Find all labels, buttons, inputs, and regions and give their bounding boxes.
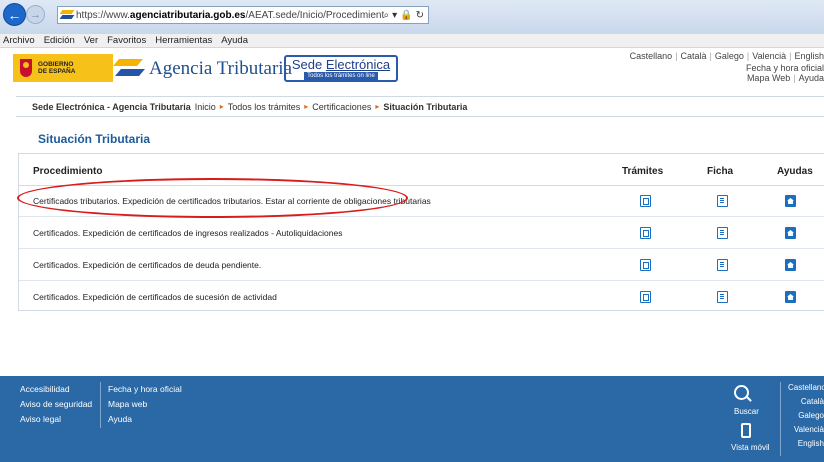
mobile-phone-icon[interactable] bbox=[741, 423, 751, 438]
url-path: /AEAT.sede/Inicio/Procedimientos_y_Servi… bbox=[245, 9, 384, 21]
breadcrumb-separator-icon: ▸ bbox=[375, 102, 380, 111]
procedure-link[interactable]: Certificados. Expedición de certificados… bbox=[33, 260, 261, 270]
table-row: Certificados tributarios. Expedición de … bbox=[19, 185, 824, 217]
aviso-legal-link[interactable]: Aviso legal bbox=[20, 412, 92, 427]
gobierno-logo[interactable]: GOBIERNO DE ESPAÑA bbox=[13, 54, 113, 82]
ficha-document-icon[interactable] bbox=[717, 291, 728, 303]
ficha-document-icon[interactable] bbox=[717, 227, 728, 239]
language-selector: Castellano | Català | Galego | Valencià | En… bbox=[629, 51, 824, 61]
ayuda-link[interactable]: Ayuda bbox=[799, 73, 824, 83]
breadcrumb-separator-icon: ▸ bbox=[219, 102, 224, 111]
accesibilidad-link[interactable]: Accesibilidad bbox=[20, 382, 92, 397]
sede-subtitle: Todos los trámites on line bbox=[304, 71, 378, 80]
footer-lang-valencia[interactable]: Valencià bbox=[788, 423, 824, 437]
agency-name[interactable]: Agencia Tributaria bbox=[149, 58, 292, 80]
menu-archivo[interactable]: Archivo bbox=[3, 35, 35, 46]
menu-herramientas[interactable]: Herramientas bbox=[155, 35, 212, 46]
breadcrumb-inicio[interactable]: Inicio bbox=[195, 102, 216, 112]
tramites-icon[interactable] bbox=[640, 259, 651, 271]
footer-links-1: Accesibilidad Aviso de seguridad Aviso l… bbox=[20, 382, 92, 427]
table-header: Procedimiento Trámites Ficha Ayudas bbox=[19, 154, 824, 186]
page-title: Situación Tributaria bbox=[38, 132, 151, 146]
lang-valencia[interactable]: Valencià bbox=[752, 51, 786, 61]
buscar-label[interactable]: Buscar bbox=[734, 407, 759, 416]
tramites-icon[interactable] bbox=[640, 227, 651, 239]
procedure-link[interactable]: Certificados. Expedición de certificados… bbox=[33, 292, 277, 302]
menu-favoritos[interactable]: Favoritos bbox=[107, 35, 146, 46]
forward-button[interactable]: → bbox=[26, 5, 45, 24]
lang-english[interactable]: English bbox=[794, 51, 824, 61]
col-tramites: Trámites bbox=[622, 166, 664, 177]
menu-ayuda[interactable]: Ayuda bbox=[221, 35, 248, 46]
browser-toolbar: ← → https://www.agenciatributaria.gob.es… bbox=[0, 0, 824, 35]
gov-text: GOBIERNO DE ESPAÑA bbox=[38, 61, 76, 75]
mapa-web-link[interactable]: Mapa Web bbox=[747, 73, 790, 83]
coat-of-arms-icon bbox=[20, 59, 32, 77]
breadcrumb-sede[interactable]: Sede Electrónica - Agencia Tributaria bbox=[32, 102, 191, 112]
procedures-table: Procedimiento Trámites Ficha Ayudas Cert… bbox=[18, 153, 824, 311]
col-ayudas: Ayudas bbox=[777, 166, 813, 177]
procedure-link[interactable]: Certificados tributarios. Expedición de … bbox=[33, 196, 431, 206]
col-ficha: Ficha bbox=[707, 166, 734, 177]
lang-castellano[interactable]: Castellano bbox=[630, 51, 673, 61]
footer-lang-english[interactable]: English bbox=[788, 437, 824, 451]
address-icons: ⌕ ▾ 🔒 ↻ bbox=[384, 10, 428, 21]
sede-title-underlined: Electrónica bbox=[325, 56, 391, 72]
lock-icon: 🔒 bbox=[400, 9, 413, 21]
lang-catala[interactable]: Català bbox=[681, 51, 707, 61]
table-row: Certificados. Expedición de certificados… bbox=[19, 281, 824, 312]
table-row: Certificados. Expedición de certificados… bbox=[19, 217, 824, 249]
vista-movil-label[interactable]: Vista móvil bbox=[731, 443, 770, 452]
sede-title-plain: Sede bbox=[291, 56, 326, 72]
footer-divider bbox=[100, 382, 101, 428]
back-button[interactable]: ← bbox=[3, 3, 26, 26]
page: GOBIERNO DE ESPAÑA Agencia Tributaria Se… bbox=[0, 48, 824, 462]
sede-electronica-logo[interactable]: Sede Electrónica Todos los trámites on l… bbox=[284, 55, 398, 82]
url-text[interactable]: https://www.agenciatributaria.gob.es/AEA… bbox=[76, 10, 384, 21]
address-bar[interactable]: https://www.agenciatributaria.gob.es/AEA… bbox=[57, 6, 429, 24]
tramites-icon[interactable] bbox=[640, 195, 651, 207]
aviso-seguridad-link[interactable]: Aviso de seguridad bbox=[20, 397, 92, 412]
table-row: Certificados. Expedición de certificados… bbox=[19, 249, 824, 281]
footer-lang-galego[interactable]: Galego bbox=[788, 409, 824, 423]
help-home-icon[interactable] bbox=[785, 259, 796, 271]
refresh-icon[interactable]: ↻ bbox=[416, 10, 424, 21]
search-icon[interactable]: ⌕ bbox=[384, 10, 390, 21]
dropdown-icon[interactable]: ▾ bbox=[392, 10, 397, 21]
footer-mapa-link[interactable]: Mapa web bbox=[108, 397, 182, 412]
menu-edicion[interactable]: Edición bbox=[44, 35, 75, 46]
fecha-hora-link[interactable]: Fecha y hora oficial bbox=[746, 63, 824, 73]
lang-galego[interactable]: Galego bbox=[715, 51, 744, 61]
help-home-icon[interactable] bbox=[785, 195, 796, 207]
breadcrumb-todos[interactable]: Todos los trámites bbox=[228, 102, 301, 112]
ficha-document-icon[interactable] bbox=[717, 259, 728, 271]
col-procedimiento: Procedimiento bbox=[33, 166, 103, 177]
agencia-logo-icon[interactable] bbox=[113, 57, 145, 79]
tramites-icon[interactable] bbox=[640, 291, 651, 303]
footer-fecha-link[interactable]: Fecha y hora oficial bbox=[108, 382, 182, 397]
footer-divider bbox=[780, 382, 781, 456]
utility-links: Fecha y hora oficial Mapa Web | Ayuda bbox=[745, 63, 824, 83]
footer-lang-castellano[interactable]: Castellano bbox=[788, 381, 824, 395]
help-home-icon[interactable] bbox=[785, 227, 796, 239]
aeat-favicon-icon bbox=[61, 9, 73, 21]
breadcrumb: Sede Electrónica - Agencia Tributaria In… bbox=[16, 96, 824, 117]
url-prefix: https://www. bbox=[76, 9, 130, 21]
sede-title: Sede Electrónica bbox=[292, 58, 390, 71]
procedure-link[interactable]: Certificados. Expedición de certificados… bbox=[33, 228, 342, 238]
help-home-icon[interactable] bbox=[785, 291, 796, 303]
breadcrumb-certificaciones[interactable]: Certificaciones bbox=[312, 102, 371, 112]
breadcrumb-separator-icon: ▸ bbox=[304, 102, 309, 111]
search-icon[interactable] bbox=[734, 385, 749, 400]
footer-languages: Castellano Català Galego Valencià Englis… bbox=[788, 381, 824, 451]
url-domain: agenciatributaria.gob.es bbox=[129, 9, 246, 21]
breadcrumb-current: Situación Tributaria bbox=[383, 101, 468, 112]
footer-links-2: Fecha y hora oficial Mapa web Ayuda bbox=[108, 382, 182, 427]
footer-ayuda-link[interactable]: Ayuda bbox=[108, 412, 182, 427]
footer: Accesibilidad Aviso de seguridad Aviso l… bbox=[0, 376, 824, 462]
menu-ver[interactable]: Ver bbox=[84, 35, 98, 46]
footer-lang-catala[interactable]: Català bbox=[788, 395, 824, 409]
ficha-document-icon[interactable] bbox=[717, 195, 728, 207]
menu-bar: Archivo Edición Ver Favoritos Herramient… bbox=[0, 34, 824, 48]
